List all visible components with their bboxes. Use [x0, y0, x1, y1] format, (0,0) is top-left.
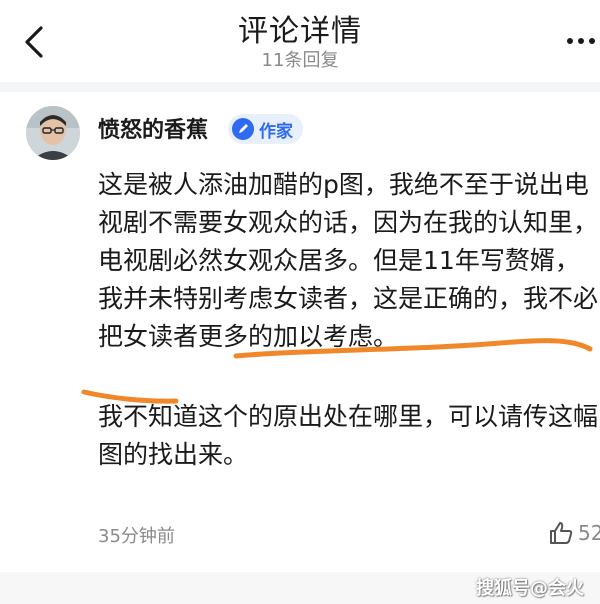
- page-title: 评论详情: [238, 14, 362, 49]
- avatar[interactable]: [26, 106, 80, 160]
- reply-count: 11条回复: [261, 50, 339, 71]
- comment-paragraph: 我不知道这个的原出处在哪里，可以请传这幅图的找出来。: [98, 402, 599, 469]
- watermark-text: 搜狐号@会火: [476, 578, 584, 599]
- like-count: 52: [578, 521, 600, 545]
- header-bar: 评论详情 11条回复: [0, 0, 600, 80]
- section-divider: [0, 82, 600, 92]
- author-badge: 作家: [228, 114, 303, 144]
- comment-text: 这是被人添油加醋的p图，我绝不至于说出电视剧不需要女观众的话，因为在我的认知里，…: [98, 166, 598, 474]
- comment-timestamp: 35分钟前: [98, 526, 175, 547]
- like-button[interactable]: 52: [548, 520, 600, 546]
- pen-icon: [232, 118, 254, 140]
- more-dots-icon: [567, 38, 595, 44]
- comment-paragraph: 这是被人添油加醋的p图，我绝不至于说出电视剧不需要女观众的话，因为在我的认知里，…: [98, 170, 599, 351]
- author-name[interactable]: 愤怒的香蕉: [98, 112, 208, 144]
- badge-label: 作家: [259, 121, 293, 142]
- more-button[interactable]: [564, 26, 600, 56]
- avatar-portrait: [26, 106, 80, 160]
- thumbs-up-icon: [550, 522, 573, 544]
